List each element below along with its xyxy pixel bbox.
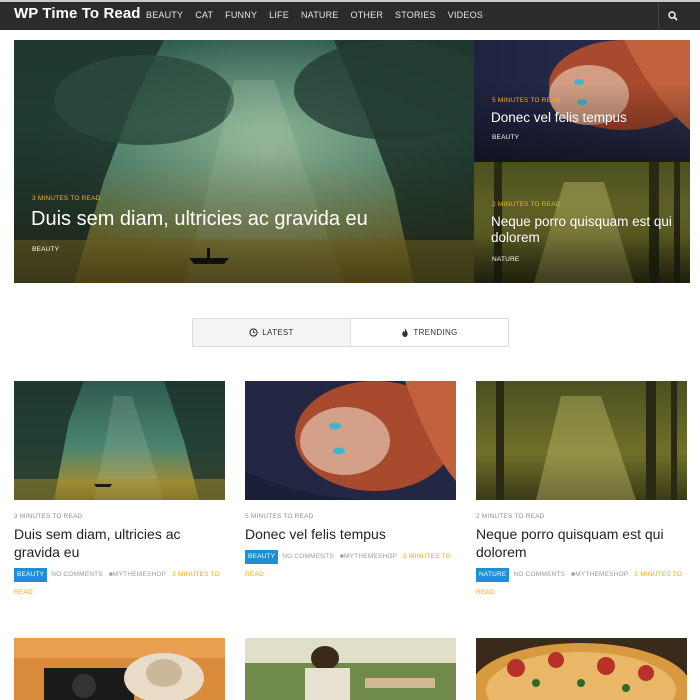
top-navigation-bar: WP Time To Read BEAUTY CAT FUNNY LIFE NA…	[0, 0, 700, 30]
hero-side-bottom-title[interactable]: Neque porro quisquam est qui dolorem	[491, 214, 683, 246]
post-tabs: LATEST TRENDING	[192, 318, 509, 347]
hero-side-post-top[interactable]: 5 MINUTES TO READ Donec vel felis tempus…	[474, 40, 690, 162]
category-badge[interactable]: NATURE	[476, 568, 510, 582]
author-name: MYTHEMESHOP	[344, 553, 398, 560]
clock-icon	[249, 328, 258, 337]
category-badge[interactable]: BEAUTY	[245, 550, 279, 564]
comments-link[interactable]: NO COMMENTS	[282, 553, 334, 560]
nav-item-life[interactable]: LIFE	[263, 2, 295, 30]
author-name: MYTHEMESHOP	[575, 571, 629, 578]
site-logo[interactable]: WP Time To Read	[14, 5, 141, 22]
nav-item-cat[interactable]: CAT	[189, 2, 219, 30]
post-card-image[interactable]	[245, 638, 456, 700]
tab-latest-label: LATEST	[262, 328, 294, 337]
nav-item-stories[interactable]: STORIES	[389, 2, 442, 30]
comments-link[interactable]: NO COMMENTS	[513, 571, 565, 578]
post-card-image[interactable]	[14, 381, 225, 500]
main-nav: BEAUTY CAT FUNNY LIFE NATURE OTHER STORI…	[140, 2, 489, 30]
post-card: 5 MINUTES TO READ Donec vel felis tempus…	[245, 381, 456, 584]
flame-icon	[402, 328, 409, 337]
post-card: 2 MINUTES TO READ Neque porro quisquam e…	[476, 381, 687, 602]
hero-main-post[interactable]: 3 MINUTES TO READ Duis sem diam, ultrici…	[14, 40, 474, 283]
post-card-image[interactable]	[476, 381, 687, 500]
hero-main-overlay	[14, 40, 474, 283]
hero-side-top-read-time: 5 MINUTES TO READ	[492, 97, 561, 104]
category-badge[interactable]: BEAUTY	[14, 568, 48, 582]
post-card-meta: BEAUTY NO COMMENTS ■MYTHEMESHOP 5 MINUTES T…	[245, 548, 456, 584]
nav-item-videos[interactable]: VIDEOS	[442, 2, 489, 30]
post-card-image[interactable]	[476, 638, 687, 700]
post-card-image[interactable]	[245, 381, 456, 500]
post-card-read-time: 3 MINUTES TO READ	[14, 513, 83, 520]
post-card-image[interactable]	[14, 638, 225, 700]
author-link[interactable]: ■MYTHEMESHOP	[340, 553, 397, 560]
post-card-meta: BEAUTY NO COMMENTS ■MYTHEMESHOP 3 MINUTES T…	[14, 566, 225, 602]
hero-main-read-time: 3 MINUTES TO READ	[32, 195, 101, 202]
post-card-title[interactable]: Duis sem diam, ultricies ac gravida eu	[14, 525, 225, 561]
post-card-title[interactable]: Neque porro quisquam est qui dolorem	[476, 525, 687, 561]
hero-side-bottom-category[interactable]: NATURE	[492, 256, 519, 263]
nav-item-other[interactable]: OTHER	[345, 2, 390, 30]
author-link[interactable]: ■MYTHEMESHOP	[571, 571, 628, 578]
nav-item-beauty[interactable]: BEAUTY	[140, 2, 189, 30]
search-button[interactable]	[658, 3, 686, 29]
hero-main-title[interactable]: Duis sem diam, ultricies ac gravida eu	[31, 207, 451, 231]
author-link[interactable]: ■MYTHEMESHOP	[109, 571, 166, 578]
tab-latest[interactable]: LATEST	[193, 319, 351, 346]
post-card-meta: NATURE NO COMMENTS ■MYTHEMESHOP 2 MINUTES T…	[476, 566, 687, 602]
nav-item-funny[interactable]: FUNNY	[219, 2, 263, 30]
hero-side-top-title[interactable]: Donec vel felis tempus	[491, 110, 681, 126]
post-card: 3 MINUTES TO READ Duis sem diam, ultrici…	[14, 381, 225, 602]
hero-side-post-bottom[interactable]: 2 MINUTES TO READ Neque porro quisquam e…	[474, 162, 690, 283]
nav-item-nature[interactable]: NATURE	[295, 2, 345, 30]
tab-trending-label: TRENDING	[413, 328, 458, 337]
hero-side-top-category[interactable]: BEAUTY	[492, 134, 519, 141]
comments-link[interactable]: NO COMMENTS	[51, 571, 103, 578]
hero-side-bottom-read-time: 2 MINUTES TO READ	[492, 201, 561, 208]
tab-trending[interactable]: TRENDING	[351, 319, 508, 346]
post-card-read-time: 2 MINUTES TO READ	[476, 513, 545, 520]
author-name: MYTHEMESHOP	[113, 571, 167, 578]
search-icon	[667, 11, 678, 21]
hero-main-category[interactable]: BEAUTY	[32, 246, 59, 253]
post-card-title[interactable]: Donec vel felis tempus	[245, 525, 456, 543]
post-card-read-time: 5 MINUTES TO READ	[245, 513, 314, 520]
